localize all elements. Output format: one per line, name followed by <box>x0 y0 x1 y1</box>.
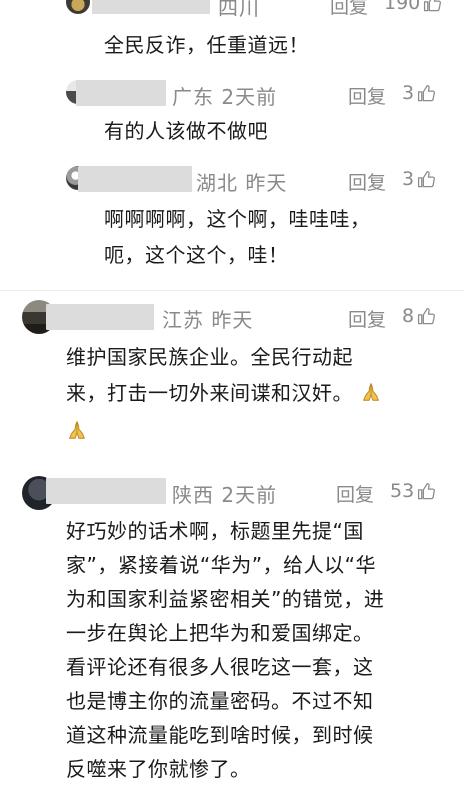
comment-text: 有的人该做不做吧 <box>104 119 268 143</box>
like-button[interactable]: 53 <box>390 480 436 502</box>
reply-button[interactable]: 回复 <box>336 480 374 507</box>
comment-text-line: 好巧妙的话术啊，标题里先提“国 <box>66 519 364 543</box>
comment-text-line: 道这种流量能吃到啥时候，到时候 <box>66 723 374 747</box>
comment-text-line: 呃，这个这个，哇！ <box>104 243 289 267</box>
location-time: 湖北 昨天 <box>196 171 288 195</box>
username-redacted[interactable] <box>46 304 154 330</box>
comment-item: 四川 回复 190 全民反诈，任重道远！ <box>0 0 464 80</box>
location-time: 陕西 2天前 <box>172 483 278 507</box>
comment-item: 陕西 2天前 回复 53 好巧妙的话术啊，标题里先提“国 家”，紧接着说“华为”… <box>0 474 464 800</box>
location-time: 四川 <box>218 0 260 20</box>
comment-item: 江苏 昨天 回复 8 维护国家民族企业。全民行动起 来，打击一切外来间谍和汉奸。 <box>0 296 464 456</box>
comment-text-span: 来，打击一切外来间谍和汉奸。 <box>66 381 353 405</box>
comment-text-line: 家”，紧接着说“华为”，给人以“华 <box>66 553 376 577</box>
like-count: 8 <box>402 305 415 327</box>
like-count: 3 <box>402 82 415 104</box>
like-button[interactable]: 3 <box>402 82 436 104</box>
reply-button[interactable]: 回复 <box>348 305 386 332</box>
folded-hands-icon <box>362 382 379 401</box>
thumbs-up-icon <box>418 482 436 499</box>
comment-text-line: 一步在舆论上把华为和爱国绑定。 <box>66 621 374 645</box>
comment-text-line: 也是博主你的流量密码。不过不知 <box>66 689 374 713</box>
divider <box>0 290 464 291</box>
like-count: 53 <box>390 480 415 502</box>
like-button[interactable]: 3 <box>402 168 436 190</box>
comment-item: 广东 2天前 回复 3 有的人该做不做吧 <box>0 76 464 156</box>
username-redacted[interactable] <box>92 0 210 14</box>
comment-text-line: 为和国家利益紧密相关”的错觉，进 <box>66 587 385 611</box>
username-redacted[interactable] <box>46 478 166 504</box>
like-button[interactable]: 190 <box>384 0 442 14</box>
comment-text-line: 维护国家民族企业。全民行动起 <box>66 345 353 369</box>
like-count: 3 <box>402 168 415 190</box>
username-redacted[interactable] <box>78 166 192 192</box>
folded-hands-icon <box>68 420 86 439</box>
comment-text-line <box>66 414 88 448</box>
reply-button[interactable]: 回复 <box>348 82 386 109</box>
location-time: 江苏 昨天 <box>162 308 254 332</box>
username-redacted[interactable] <box>76 80 166 106</box>
reply-button[interactable]: 回复 <box>330 0 368 19</box>
thumbs-up-icon <box>418 307 436 324</box>
thumbs-up-icon <box>418 170 436 187</box>
comment-text-line: 反噬来了你就惨了。 <box>66 757 251 781</box>
comment-item: 湖北 昨天 回复 3 啊啊啊啊，这个啊，哇哇哇， 呃，这个这个，哇！ <box>0 160 464 280</box>
thumbs-up-icon <box>424 0 442 11</box>
comment-text: 全民反诈，任重道远！ <box>104 33 309 57</box>
like-button[interactable]: 8 <box>402 305 436 327</box>
reply-button[interactable]: 回复 <box>348 168 386 195</box>
location-time: 广东 2天前 <box>172 85 278 109</box>
comment-text-line: 啊啊啊啊，这个啊，哇哇哇， <box>104 207 371 231</box>
comment-text-line: 看评论还有很多人很吃这一套，这 <box>66 655 374 679</box>
avatar[interactable] <box>66 0 90 14</box>
thumbs-up-icon <box>418 84 436 101</box>
comment-text-line: 来，打击一切外来间谍和汉奸。 <box>66 376 382 410</box>
like-count: 190 <box>384 0 421 14</box>
